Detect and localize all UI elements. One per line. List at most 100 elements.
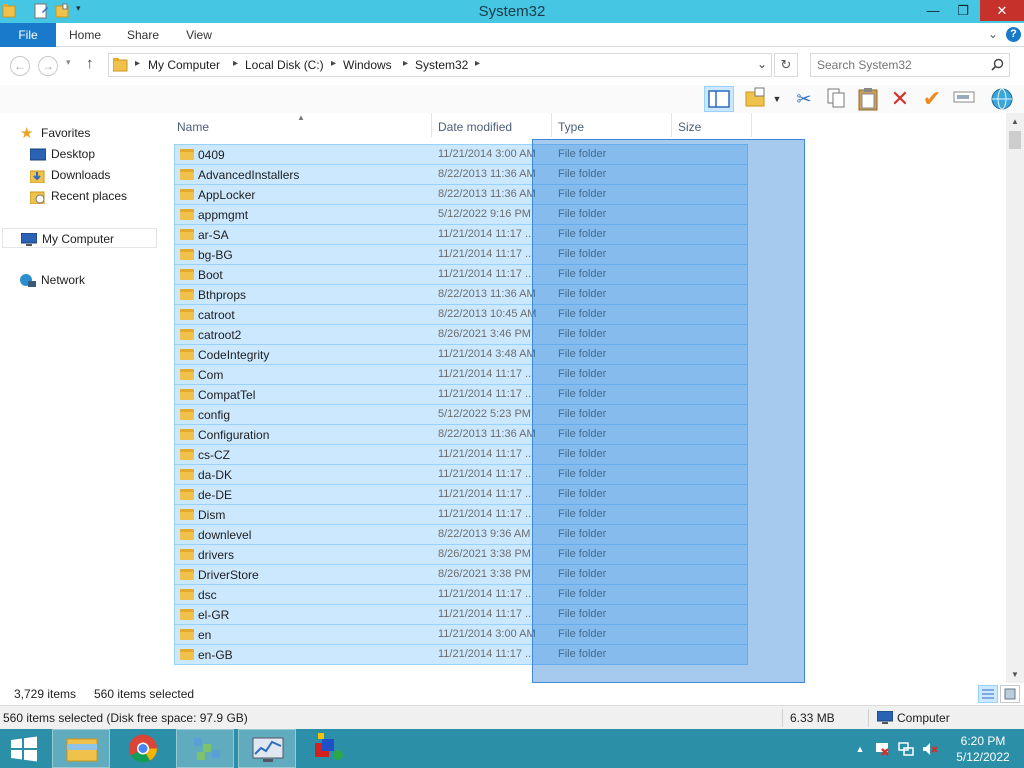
cut-icon[interactable]: ✂ <box>792 87 816 111</box>
column-header-size[interactable]: Size <box>678 120 701 134</box>
tab-share[interactable]: Share <box>118 23 168 47</box>
check-icon[interactable]: ✔ <box>920 87 944 111</box>
file-name: en-GB <box>198 648 233 662</box>
nav-label-downloads: Downloads <box>51 168 111 182</box>
breadcrumb-windows[interactable]: Windows <box>343 58 392 72</box>
nav-label-recent-places: Recent places <box>51 189 128 203</box>
dropdown-arrow-icon[interactable]: ▼ <box>770 87 784 111</box>
file-date-modified: 8/22/2013 11:36 AM <box>438 288 536 300</box>
status-bar: 560 items selected (Disk free space: 97.… <box>0 705 1024 729</box>
breadcrumb-separator[interactable]: ▸ <box>475 58 480 69</box>
column-divider[interactable] <box>431 113 432 137</box>
copy-icon[interactable] <box>824 87 848 111</box>
folder-icon <box>180 609 194 620</box>
search-box[interactable] <box>810 53 1010 77</box>
file-date-modified: 11/21/2014 11:17 ... <box>438 508 535 520</box>
file-date-modified: 8/26/2021 3:46 PM <box>438 328 531 340</box>
close-button[interactable]: ✕ <box>980 0 1024 21</box>
back-button[interactable]: ← <box>10 56 30 76</box>
column-divider[interactable] <box>551 113 552 137</box>
address-bar[interactable]: ▸ My Computer ▸ Local Disk (C:) ▸ Window… <box>108 53 772 77</box>
taskbar-clock-date[interactable]: 5/12/2022 <box>948 750 1018 764</box>
minimize-button[interactable]: — <box>918 0 948 21</box>
scroll-thumb[interactable] <box>1009 131 1021 149</box>
nav-item-recent-places[interactable]: Recent places <box>30 186 127 206</box>
nav-label-favorites: Favorites <box>41 126 91 140</box>
recent-locations-icon[interactable]: ▾ <box>66 57 71 68</box>
column-header-date-modified[interactable]: Date modified <box>438 120 512 134</box>
help-icon[interactable]: ? <box>1006 27 1021 42</box>
breadcrumb-local-disk[interactable]: Local Disk (C:) <box>245 58 324 72</box>
taskbar-network-app[interactable] <box>176 729 234 768</box>
navigation-pane: ★ Favorites Desktop Downloads Recent plac… <box>0 113 160 683</box>
nav-item-favorites[interactable]: ★ Favorites <box>20 123 90 143</box>
delete-icon[interactable]: ✕ <box>888 87 912 111</box>
taskbar-performance-monitor[interactable] <box>238 729 296 768</box>
breadcrumb-system32[interactable]: System32 <box>415 58 468 72</box>
column-header-type[interactable]: Type <box>558 120 584 134</box>
file-date-modified: 11/21/2014 11:17 ... <box>438 488 535 500</box>
file-date-modified: 8/22/2013 11:36 AM <box>438 428 536 440</box>
search-input[interactable] <box>817 57 987 73</box>
taskbar-paint-app[interactable] <box>300 729 358 768</box>
folder-icon <box>180 449 194 460</box>
tab-view[interactable]: View <box>174 23 224 47</box>
computer-icon <box>877 711 893 724</box>
file-date-modified: 5/12/2022 9:16 PM <box>438 208 531 220</box>
nav-item-downloads[interactable]: Downloads <box>30 165 110 185</box>
volume-muted-icon[interactable] <box>922 741 938 757</box>
forward-button[interactable]: → <box>38 56 58 76</box>
start-button[interactable] <box>0 729 48 768</box>
paste-icon[interactable] <box>856 87 880 111</box>
action-center-icon[interactable] <box>874 741 890 757</box>
network-tray-icon[interactable] <box>898 741 914 757</box>
scroll-down-arrow-icon[interactable]: ▼ <box>1006 666 1024 683</box>
file-name: AdvancedInstallers <box>198 168 300 182</box>
folder-icon <box>180 169 194 180</box>
show-hidden-icons-icon[interactable]: ▲ <box>852 741 868 757</box>
scroll-up-arrow-icon[interactable]: ▲ <box>1006 113 1024 130</box>
preview-pane-icon[interactable] <box>704 86 734 112</box>
refresh-button[interactable]: ↻ <box>774 53 798 77</box>
tab-home[interactable]: Home <box>60 23 110 47</box>
toolbar: ▼ ✂ ✕ ✔ <box>0 85 1024 113</box>
rename-icon[interactable] <box>952 87 976 111</box>
status-summary: 560 items selected (Disk free space: 97.… <box>3 711 248 725</box>
network-app-icon <box>194 738 220 760</box>
up-button[interactable]: ↑ <box>86 55 94 72</box>
tab-file[interactable]: File <box>0 23 56 47</box>
nav-label-my-computer: My Computer <box>42 232 115 246</box>
breadcrumb-separator[interactable]: ▸ <box>135 58 140 69</box>
chrome-icon <box>129 734 157 763</box>
file-date-modified: 8/22/2013 9:36 AM <box>438 528 531 540</box>
new-folder-icon[interactable] <box>744 87 768 111</box>
column-divider[interactable] <box>671 113 672 137</box>
taskbar-chrome[interactable] <box>114 729 172 768</box>
desktop-icon <box>30 148 46 161</box>
nav-item-my-computer[interactable]: My Computer <box>2 228 157 248</box>
address-dropdown-icon[interactable]: ⌄ <box>757 57 767 71</box>
globe-icon[interactable] <box>990 87 1014 111</box>
file-name: Com <box>198 368 224 382</box>
expand-ribbon-icon[interactable]: ⌄ <box>988 27 998 41</box>
folder-icon <box>180 309 194 320</box>
file-date-modified: 11/21/2014 11:17 ... <box>438 228 535 240</box>
large-icons-view-button[interactable] <box>1000 685 1020 703</box>
breadcrumb-separator[interactable]: ▸ <box>331 58 336 69</box>
file-date-modified: 11/21/2014 3:48 AM <box>438 348 536 360</box>
file-date-modified: 11/21/2014 11:17 ... <box>438 648 535 660</box>
breadcrumb-separator[interactable]: ▸ <box>403 58 408 69</box>
search-icon[interactable] <box>991 58 1004 71</box>
folder-icon <box>180 529 194 540</box>
breadcrumb-separator[interactable]: ▸ <box>233 58 238 69</box>
column-divider[interactable] <box>751 113 752 137</box>
maximize-button[interactable]: ❐ <box>948 0 978 21</box>
details-view-button[interactable] <box>978 685 998 703</box>
nav-item-desktop[interactable]: Desktop <box>30 144 95 164</box>
taskbar-file-explorer[interactable] <box>52 729 110 768</box>
taskbar-clock-time[interactable]: 6:20 PM <box>948 734 1018 748</box>
column-header-name[interactable]: Name <box>177 120 209 134</box>
breadcrumb-my-computer[interactable]: My Computer <box>148 58 220 72</box>
nav-item-network[interactable]: Network <box>20 270 85 290</box>
vertical-scrollbar[interactable]: ▲ ▼ <box>1006 113 1024 683</box>
